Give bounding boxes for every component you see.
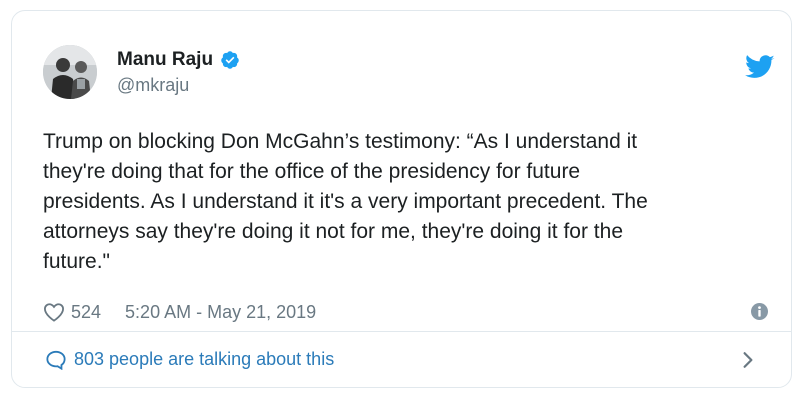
like-count[interactable]: 524 [71,302,101,323]
author-handle[interactable]: @mkraju [117,75,189,96]
tweet-meta: 524 5:20 AM - May 21, 2019 [43,300,316,324]
author-photo [43,45,97,99]
conversation-label[interactable]: 803 people are talking about this [74,349,334,370]
info-icon[interactable] [751,303,768,320]
tweet-card: Manu Raju @mkraju Trump on blocking Don … [11,10,792,388]
conversation-link[interactable]: 803 people are talking about this [12,332,791,388]
avatar[interactable] [43,45,97,99]
chevron-right-icon [743,352,753,368]
tweet-timestamp[interactable]: 5:20 AM - May 21, 2019 [125,302,316,323]
author-name-row: Manu Raju [117,47,240,73]
author-name[interactable]: Manu Raju [117,49,213,71]
verified-badge-icon [221,51,239,69]
twitter-bird-icon[interactable] [745,55,775,80]
heart-icon[interactable] [43,302,65,322]
tweet-text: Trump on blocking Don McGahn’s testimony… [43,130,648,273]
speech-bubble-icon [46,350,66,370]
